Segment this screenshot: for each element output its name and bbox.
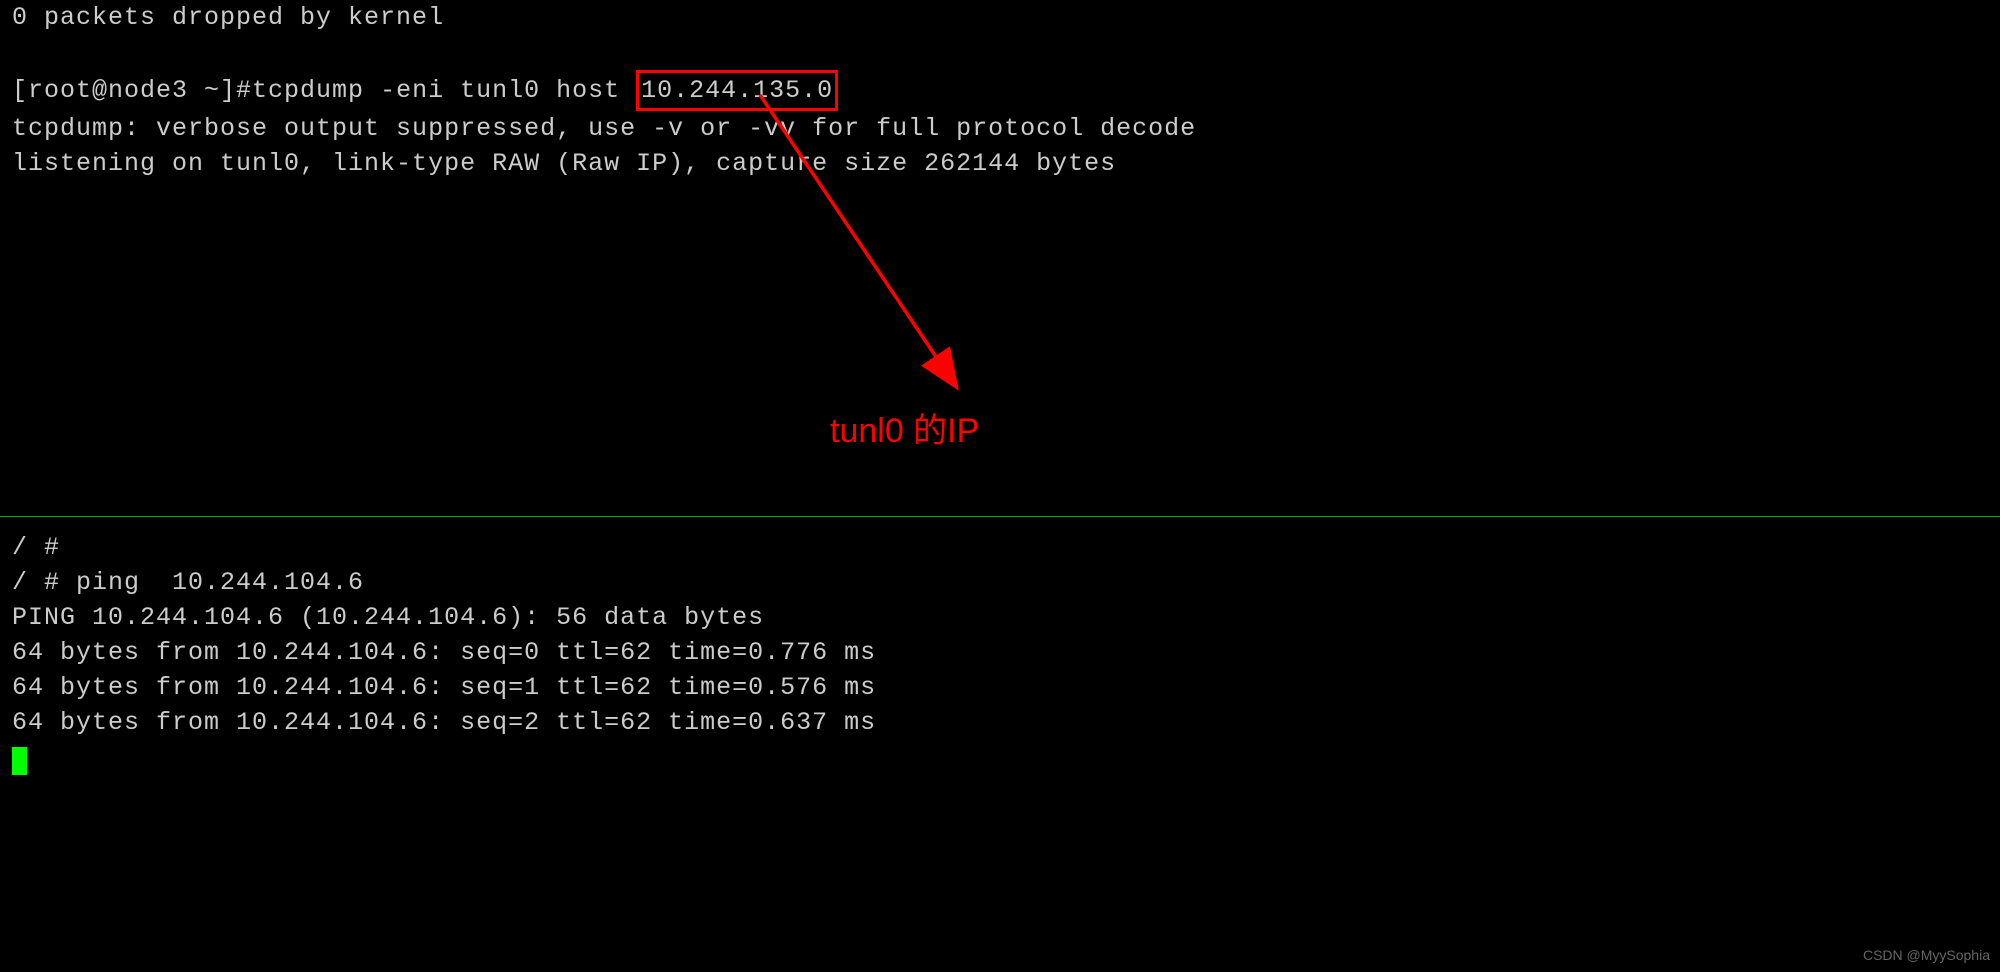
- tcpdump-listening-line: listening on tunl0, link-type RAW (Raw I…: [0, 146, 2000, 181]
- tcpdump-output-section: 0 packets dropped by kernel [root@node3 …: [0, 0, 2000, 181]
- shell-prompt: [root@node3 ~]#: [12, 76, 252, 105]
- ping-reply-line: 64 bytes from 10.244.104.6: seq=1 ttl=62…: [0, 670, 2000, 705]
- kernel-drop-line: 0 packets dropped by kernel: [0, 0, 2000, 35]
- blank-line: [0, 35, 2000, 70]
- ping-reply-line: 64 bytes from 10.244.104.6: seq=0 ttl=62…: [0, 635, 2000, 670]
- shell-prompt-line: / #: [0, 530, 2000, 565]
- tcpdump-command-line: [root@node3 ~]#tcpdump -eni tunl0 host 1…: [0, 70, 2000, 111]
- ip-highlight-box: 10.244.135.0: [636, 70, 838, 111]
- cursor-line: [0, 740, 2000, 775]
- csdn-watermark: CSDN @MyySophia: [1863, 946, 1990, 966]
- ping-header-line: PING 10.244.104.6 (10.244.104.6): 56 dat…: [0, 600, 2000, 635]
- ping-command-line: / # ping 10.244.104.6: [0, 565, 2000, 600]
- ping-output-section: / # / # ping 10.244.104.6 PING 10.244.10…: [0, 530, 2000, 775]
- pane-divider: [0, 516, 2000, 517]
- tunl0-ip-annotation: tunl0 的IP: [830, 408, 979, 456]
- tcpdump-cmd-text: tcpdump -eni tunl0 host: [252, 76, 636, 105]
- tcpdump-verbose-line: tcpdump: verbose output suppressed, use …: [0, 111, 2000, 146]
- ping-reply-line: 64 bytes from 10.244.104.6: seq=2 ttl=62…: [0, 705, 2000, 740]
- terminal-cursor: [12, 747, 27, 775]
